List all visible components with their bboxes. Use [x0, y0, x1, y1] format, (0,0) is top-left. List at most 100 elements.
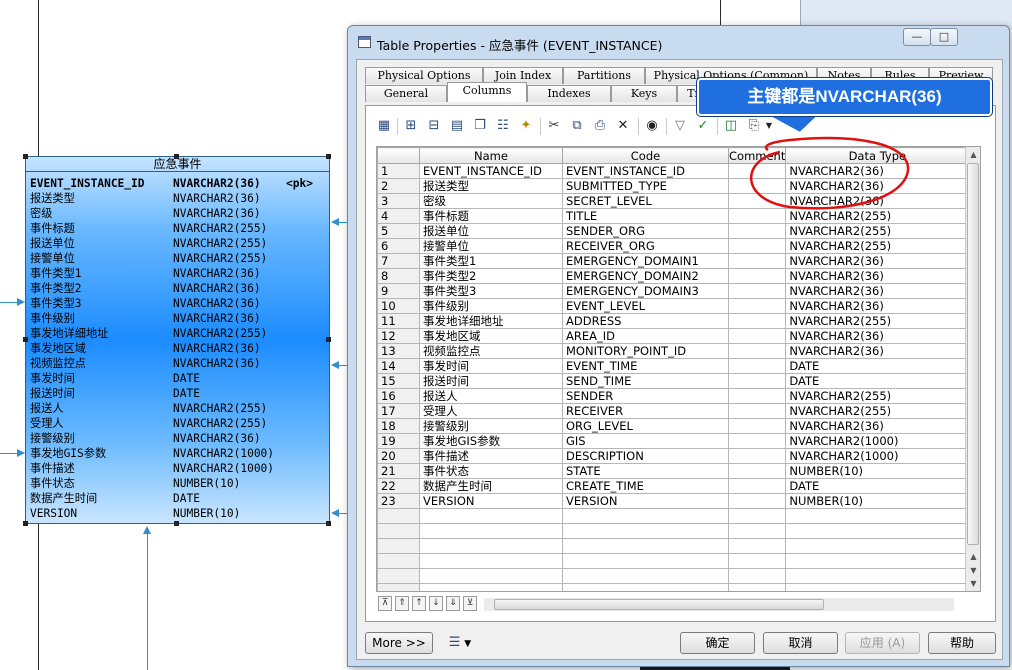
selection-handle[interactable]	[326, 154, 331, 159]
menu-dropdown-button[interactable]: ☰ ▼	[441, 632, 479, 654]
comment-cell[interactable]	[727, 403, 787, 419]
scroll-up-icon[interactable]: ▲	[967, 550, 980, 563]
table-row[interactable]: 5 报送单位 SENDER_ORG NVARCHAR2(255)	[377, 223, 970, 239]
table-row[interactable]: 10 事件级别 EVENT_LEVEL NVARCHAR2(36)	[377, 298, 970, 314]
table-row[interactable]	[377, 523, 970, 539]
code-cell[interactable]: SEND_TIME	[562, 373, 729, 389]
name-cell[interactable]	[419, 523, 563, 539]
code-cell[interactable]	[562, 508, 729, 524]
name-cell[interactable]: 报送类型	[419, 178, 563, 194]
comment-cell[interactable]	[727, 478, 787, 494]
name-cell[interactable]: 报送单位	[419, 223, 563, 239]
comment-cell[interactable]	[727, 268, 787, 284]
move-down-icon[interactable]: ↓	[429, 596, 443, 611]
table-row[interactable]	[377, 553, 970, 569]
name-cell[interactable]: 数据产生时间	[419, 478, 563, 494]
table-row[interactable]	[377, 538, 970, 554]
data-type-cell[interactable]: NUMBER(10)	[785, 493, 970, 509]
tab-general[interactable]: General	[365, 85, 447, 102]
code-cell[interactable]: SUBMITTED_TYPE	[562, 178, 729, 194]
data-type-cell[interactable]: DATE	[785, 478, 970, 494]
name-cell[interactable]: EVENT_INSTANCE_ID	[419, 163, 563, 179]
data-type-cell[interactable]	[785, 508, 970, 524]
grid-horizontal-scrollbar[interactable]	[484, 598, 954, 611]
name-cell[interactable]: 事件类型3	[419, 283, 563, 299]
name-cell[interactable]	[419, 508, 563, 524]
name-cell[interactable]: 事发地详细地址	[419, 313, 563, 329]
paste-as-shortcut-icon[interactable]: ☷	[493, 116, 513, 136]
comment-cell[interactable]	[727, 448, 787, 464]
table-row[interactable]: 7 事件类型1 EMERGENCY_DOMAIN1 NVARCHAR2(36)	[377, 253, 970, 269]
table-row[interactable]: 17 受理人 RECEIVER NVARCHAR2(255)	[377, 403, 970, 419]
code-cell[interactable]	[562, 538, 729, 554]
add-columns-icon[interactable]: ▤	[447, 116, 467, 136]
table-row[interactable]: 18 接警级别 ORG_LEVEL NVARCHAR2(36)	[377, 418, 970, 434]
data-type-cell[interactable]: NVARCHAR2(255)	[785, 313, 970, 329]
data-type-column-header[interactable]: Data Type	[785, 147, 970, 164]
comment-cell[interactable]	[727, 193, 787, 209]
replicate-icon[interactable]: ❐	[470, 116, 490, 136]
maximize-button[interactable]: □	[930, 28, 958, 46]
code-cell[interactable]: ADDRESS	[562, 313, 729, 329]
comment-column-header[interactable]: Comment	[727, 147, 787, 164]
insert-row-icon[interactable]: ⊞	[401, 116, 421, 136]
comment-cell[interactable]	[727, 583, 787, 591]
code-column-header[interactable]: Code	[562, 147, 729, 164]
paste-icon[interactable]: ⎙	[590, 116, 610, 136]
move-bottom-icon[interactable]: ⊻	[463, 596, 477, 611]
excel-export-icon[interactable]: ◫	[721, 116, 741, 136]
selection-handle[interactable]	[326, 521, 331, 526]
comment-cell[interactable]	[727, 373, 787, 389]
name-cell[interactable]: 事件级别	[419, 298, 563, 314]
help-button[interactable]: 帮助	[928, 632, 996, 654]
data-type-cell[interactable]	[785, 523, 970, 539]
comment-cell[interactable]	[727, 553, 787, 569]
table-row[interactable]	[377, 568, 970, 584]
code-cell[interactable]: MONITORY_POINT_ID	[562, 343, 729, 359]
code-cell[interactable]: SENDER	[562, 388, 729, 404]
table-row[interactable]: 9 事件类型3 EMERGENCY_DOMAIN3 NVARCHAR2(36)	[377, 283, 970, 299]
comment-cell[interactable]	[727, 523, 787, 539]
data-type-cell[interactable]: NVARCHAR2(36)	[785, 253, 970, 269]
table-row[interactable]: 1 EVENT_INSTANCE_ID EVENT_INSTANCE_ID NVARC…	[377, 163, 970, 179]
code-cell[interactable]: EMERGENCY_DOMAIN3	[562, 283, 729, 299]
code-cell[interactable]: GIS	[562, 433, 729, 449]
name-cell[interactable]: 事件类型1	[419, 253, 563, 269]
data-type-cell[interactable]: NVARCHAR2(255)	[785, 403, 970, 419]
name-cell[interactable]: VERSION	[419, 493, 563, 509]
comment-cell[interactable]	[727, 493, 787, 509]
table-row[interactable]: 2 报送类型 SUBMITTED_TYPE NVARCHAR2(36)	[377, 178, 970, 194]
table-row[interactable]: 3 密级 SECRET_LEVEL NVARCHAR2(36)	[377, 193, 970, 209]
name-cell[interactable]: 密级	[419, 193, 563, 209]
code-cell[interactable]: VERSION	[562, 493, 729, 509]
dropdown-arrow-icon[interactable]: ▼	[763, 116, 775, 136]
code-cell[interactable]	[562, 568, 729, 584]
comment-cell[interactable]	[727, 418, 787, 434]
minimize-button[interactable]: —	[903, 28, 931, 46]
move-down-page-icon[interactable]: ⇓	[446, 596, 460, 611]
comment-cell[interactable]	[727, 238, 787, 254]
data-type-cell[interactable]: NVARCHAR2(255)	[785, 223, 970, 239]
scroll-down-icon[interactable]: ▼	[967, 577, 980, 590]
tab-columns[interactable]: Columns	[447, 82, 527, 102]
grid-vertical-scrollbar[interactable]: ▲ ▲ ▼ ▼	[965, 147, 980, 591]
comment-cell[interactable]	[727, 283, 787, 299]
apply-button[interactable]: 应用 (A)	[845, 632, 920, 654]
data-type-cell[interactable]: NVARCHAR2(36)	[785, 328, 970, 344]
selection-handle[interactable]	[174, 521, 179, 526]
name-cell[interactable]	[419, 538, 563, 554]
data-type-cell[interactable]: NVARCHAR2(36)	[785, 283, 970, 299]
code-cell[interactable]: SENDER_ORG	[562, 223, 729, 239]
scrollbar-thumb[interactable]	[494, 599, 824, 610]
properties-icon[interactable]: ▦	[374, 116, 394, 136]
move-up-page-icon[interactable]: ⇑	[395, 596, 409, 611]
dialog-titlebar[interactable]: Table Properties - 应急事件 (EVENT_INSTANCE)…	[348, 26, 1009, 58]
name-cell[interactable]: 事发时间	[419, 358, 563, 374]
name-cell[interactable]: 报送时间	[419, 373, 563, 389]
cut-icon[interactable]: ✂	[544, 116, 564, 136]
data-type-cell[interactable]: DATE	[785, 358, 970, 374]
selection-handle[interactable]	[23, 154, 28, 159]
comment-cell[interactable]	[727, 358, 787, 374]
table-row[interactable]: 15 报送时间 SEND_TIME DATE	[377, 373, 970, 389]
code-cell[interactable]: CREATE_TIME	[562, 478, 729, 494]
